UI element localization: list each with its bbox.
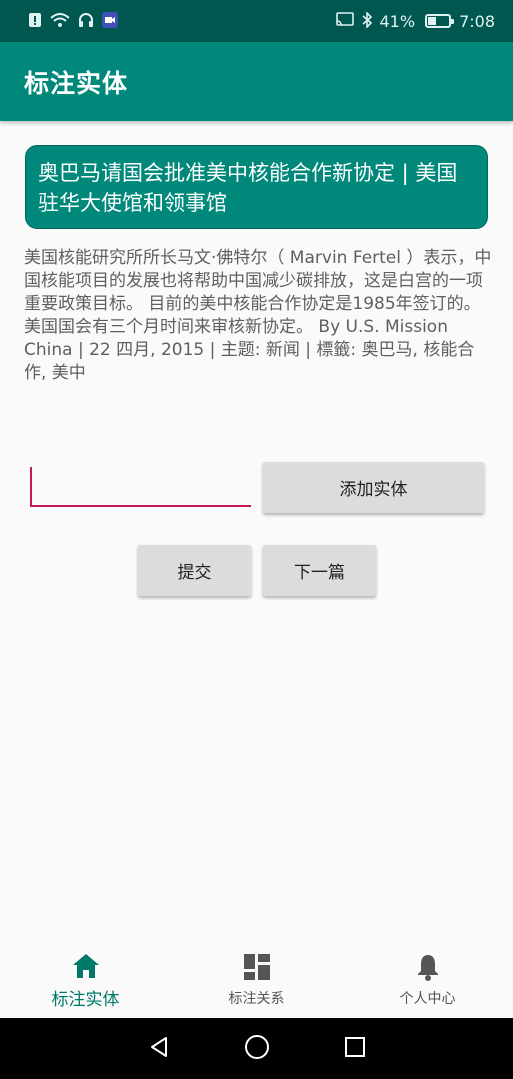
article-body-text: 美国核能研究所所长马文·佛特尔（ Marvin Fertel ）表示，中国核能项… (24, 248, 492, 383)
status-right-icons: 41% 7:08 (335, 10, 495, 31)
dashboard-icon (242, 952, 272, 982)
home-icon (71, 951, 101, 981)
headset-icon (78, 12, 94, 31)
nav-item-annotate-entity[interactable]: 标注实体 (0, 938, 171, 1018)
nav-item-profile[interactable]: 个人中心 (342, 938, 513, 1018)
nav-label: 标注关系 (228, 991, 285, 1007)
clock: 7:08 (459, 11, 495, 31)
app-bar: 标注实体 (0, 42, 513, 121)
battery-icon (425, 14, 455, 28)
status-bar: 41% 7:08 (0, 0, 513, 42)
wifi-question-icon (50, 12, 70, 31)
recents-icon[interactable] (344, 1036, 366, 1062)
article-title-card: 奥巴马请国会批准美中核能合作新协定 | 美国驻华大使馆和领事馆 (25, 145, 488, 229)
bluetooth-icon (361, 10, 372, 31)
system-navigation-bar (0, 1018, 513, 1079)
battery-level-fill (428, 17, 437, 25)
nav-label: 标注实体 (51, 989, 120, 1010)
nav-item-annotate-relation[interactable]: 标注关系 (171, 938, 342, 1018)
main-content: 奥巴马请国会批准美中核能合作新协定 | 美国驻华大使馆和领事馆 美国核能研究所所… (0, 121, 513, 938)
bottom-navigation: 标注实体 标注关系 个人中心 (0, 938, 513, 1018)
alert-icon (28, 12, 42, 31)
home-button-icon[interactable] (244, 1034, 270, 1064)
add-entity-button[interactable]: 添加实体 (263, 462, 484, 513)
cast-icon (335, 12, 354, 30)
battery-percent: 41% (379, 11, 416, 31)
nav-label: 个人中心 (399, 991, 456, 1007)
submit-button[interactable]: 提交 (138, 545, 251, 596)
entity-input[interactable] (30, 467, 251, 507)
back-icon[interactable] (147, 1035, 171, 1063)
next-article-button[interactable]: 下一篇 (263, 545, 376, 596)
status-left-icons (28, 11, 118, 31)
video-app-icon (102, 11, 118, 31)
page-title: 标注实体 (24, 68, 129, 98)
bell-icon (413, 952, 443, 982)
